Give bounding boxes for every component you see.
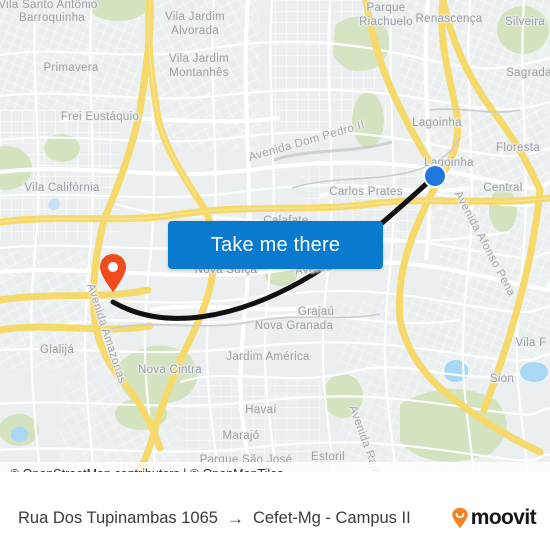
moovit-logo[interactable]: moovit bbox=[451, 506, 537, 530]
attribution-text: © OpenStreetMap contributors | © OpenMap… bbox=[0, 467, 283, 472]
take-me-there-button[interactable]: Take me there bbox=[168, 221, 383, 269]
moovit-pin-icon bbox=[451, 507, 469, 529]
moovit-wordmark: moovit bbox=[470, 506, 537, 529]
moovit-route-map-screen: Vila Santo Antônio Barroquinha Vila Jardim… bbox=[0, 0, 550, 550]
route-footer: Rua Dos Tupinambas 1065 → Cefet-Mg - Cam… bbox=[0, 486, 550, 550]
origin-label: Rua Dos Tupinambas 1065 bbox=[18, 508, 218, 527]
route-summary: Rua Dos Tupinambas 1065 → Cefet-Mg - Cam… bbox=[0, 509, 411, 528]
arrow-right-icon: → bbox=[226, 508, 244, 528]
destination-dot-icon[interactable] bbox=[422, 163, 448, 189]
map-canvas[interactable]: Vila Santo Antônio Barroquinha Vila Jardim… bbox=[0, 0, 550, 472]
map-attribution: © OpenStreetMap contributors | © OpenMap… bbox=[0, 462, 550, 472]
origin-pin-icon[interactable] bbox=[98, 253, 128, 293]
destination-label: Cefet-Mg - Campus II bbox=[252, 508, 411, 527]
